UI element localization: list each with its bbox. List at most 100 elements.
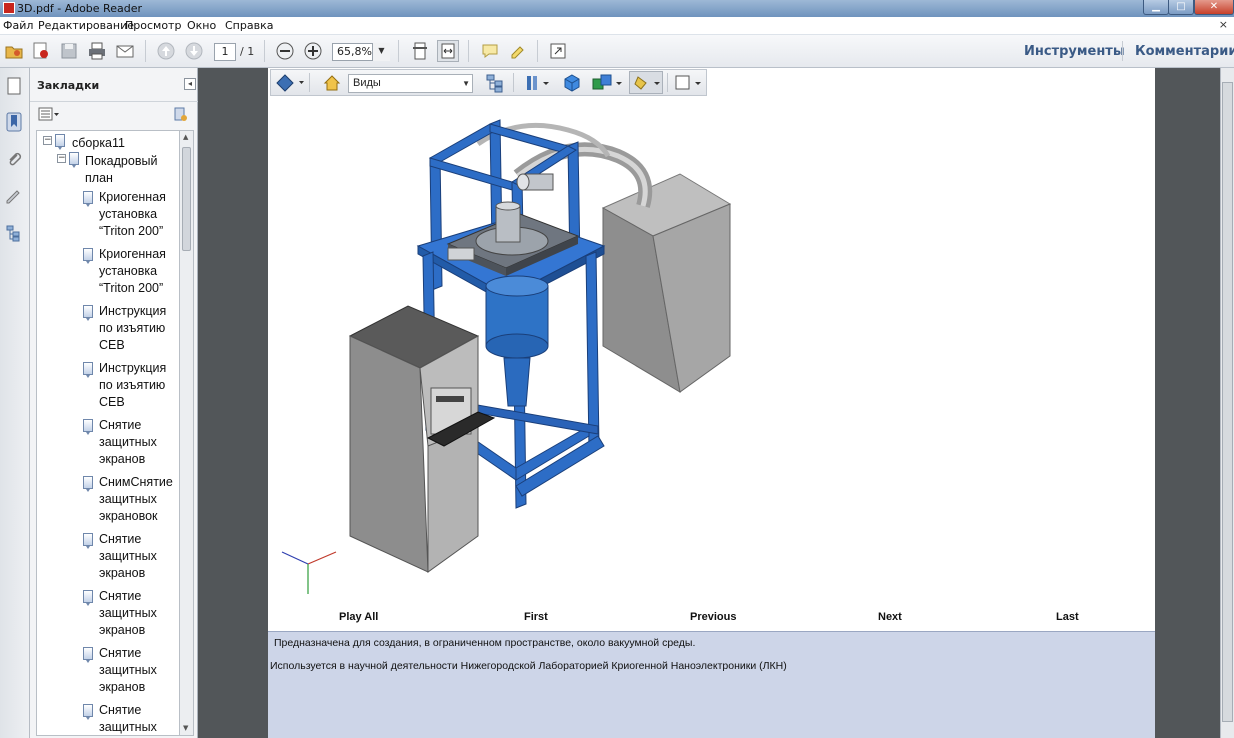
bookmark-label-line: по изъятию [99,378,166,392]
scrollbar-thumb[interactable] [1222,82,1233,722]
collapse-toggle-icon[interactable]: − [43,136,52,145]
comment-icon[interactable] [479,40,501,62]
signatures-icon[interactable] [4,186,24,206]
scroll-up-icon[interactable]: ▲ [183,133,188,141]
collapse-toggle-icon[interactable]: − [57,154,66,163]
bookmark-item[interactable]: Инструкция по изъятию CEB [99,303,166,354]
toolbar-separator [398,40,399,62]
bookmark-item[interactable]: Криогенная установка “Triton 200” [99,189,166,240]
rotate-tool-icon[interactable] [275,73,305,93]
menu-file[interactable]: Файл [3,19,33,32]
bookmark-item[interactable]: Снятие защитных экранов [99,645,157,696]
bookmark-item[interactable]: Снятие защитных экранов [99,417,157,468]
bookmark-item[interactable]: СнимСнятие защитных экрановок [99,474,173,525]
bookmark-label-line: защитных [99,549,157,563]
model-tree-toggle-icon[interactable] [485,73,505,93]
bookmark-label-line: “Triton 200” [99,224,164,238]
description-line-1: Предназначена для создания, в ограниченн… [274,637,696,649]
menu-view[interactable]: Просмотр [125,19,181,32]
model-tree-icon[interactable] [4,223,24,243]
email-icon[interactable] [114,40,136,62]
minimize-button[interactable]: ▁ [1143,0,1169,15]
bookmark-label-line: защитных [99,492,157,506]
bookmark-label-line: экранов [99,623,146,637]
toolbar-separator [264,40,265,62]
bookmark-label-line: экрановок [99,509,158,523]
navigation-pane-strip [0,68,30,738]
new-bookmark-icon[interactable] [172,106,188,122]
bookmark-group[interactable]: Покадровый план [85,153,157,187]
next-button[interactable]: Next [878,611,902,623]
comments-pane-link[interactable]: Комментарии [1135,44,1234,59]
next-page-icon[interactable] [183,40,205,62]
page-number-input[interactable]: 1 [214,43,236,61]
bookmark-icon [83,305,93,321]
3d-model-viewport[interactable] [268,96,1155,608]
fit-width-icon[interactable] [437,40,459,62]
main-toolbar: 1 / 1 65,8% ▼ Инструменты Комментарии [0,35,1234,68]
bookmark-icon [55,134,65,150]
bookmark-label-line: защитных [99,663,157,677]
scroll-down-icon[interactable]: ▼ [183,724,188,732]
scrollbar-thumb[interactable] [182,147,191,251]
bookmarks-scrollbar[interactable]: ▲ ▼ [180,130,194,736]
document-scrollbar[interactable] [1220,68,1234,738]
full-screen-icon[interactable] [547,40,569,62]
previous-page-icon[interactable] [155,40,177,62]
open-file-icon[interactable] [3,40,25,62]
maximize-button[interactable]: □ [1168,0,1194,15]
menu-help[interactable]: Справка [225,19,273,32]
home-view-icon[interactable] [323,74,341,92]
bookmark-label-line: CEB [99,395,125,409]
collapse-panel-icon[interactable]: ◂ [184,78,196,90]
bookmark-root[interactable]: сборка11 [72,135,125,152]
views-dropdown[interactable]: Виды ▼ [348,74,473,93]
bookmarks-panel: Закладки ◂ − сборка11 − Покадровый план … [30,68,198,738]
bookmark-item[interactable]: Снятие защитных экранов [99,531,157,582]
bookmark-label-line: Снятие [99,589,142,603]
previous-button[interactable]: Previous [690,611,736,623]
bookmark-label-line: экранов [99,452,146,466]
bookmark-item[interactable]: Снятие защитных [99,702,157,735]
print-icon[interactable] [86,40,108,62]
bookmark-label-line: экранов [99,680,146,694]
render-mode-icon[interactable] [562,73,582,93]
bookmark-label-line: Снятие [99,646,142,660]
menu-window[interactable]: Окно [187,19,216,32]
fit-page-icon[interactable] [409,40,431,62]
left-cabinet [348,305,496,573]
bookmark-item[interactable]: Снятие защитных экранов [99,588,157,639]
bookmark-item[interactable]: Инструкция по изъятию CEB [99,360,166,411]
play-all-button[interactable]: Play All [339,611,378,623]
lighting-mode-icon[interactable] [591,73,623,93]
chevron-down-icon: ▼ [462,79,470,88]
close-document-icon[interactable]: × [1219,18,1228,31]
bookmark-label-line: Криогенная [99,190,166,204]
zoom-out-icon[interactable] [274,40,296,62]
create-pdf-icon[interactable] [30,40,52,62]
first-button[interactable]: First [524,611,548,623]
bookmark-icon [83,419,93,435]
page-thumbnails-icon[interactable] [4,76,24,96]
bookmarks-icon[interactable] [4,112,24,132]
background-color-button[interactable] [629,71,663,94]
tools-pane-link[interactable]: Инструменты [1024,44,1125,59]
description-box: Предназначена для создания, в ограниченн… [268,631,1155,738]
zoom-dropdown-icon[interactable]: ▼ [372,43,390,61]
menu-edit[interactable]: Редактирование [38,19,134,32]
paint-bucket-icon [634,76,660,90]
highlight-icon[interactable] [507,40,529,62]
save-icon[interactable] [58,40,80,62]
close-window-button[interactable]: ✕ [1194,0,1234,15]
attachments-icon[interactable] [4,150,24,170]
cross-section-icon[interactable] [674,74,704,92]
cryostat-vessel [485,275,549,407]
bookmark-item[interactable]: Криогенная установка “Triton 200” [99,246,166,297]
last-button[interactable]: Last [1056,611,1079,623]
zoom-in-icon[interactable] [302,40,324,62]
options-menu-icon[interactable] [38,107,60,121]
bookmark-label-line: установка [99,207,158,221]
bookmark-label-line: CEB [99,338,125,352]
projection-mode-icon[interactable] [525,74,551,92]
bookmark-label-line: Покадровый [85,154,158,168]
